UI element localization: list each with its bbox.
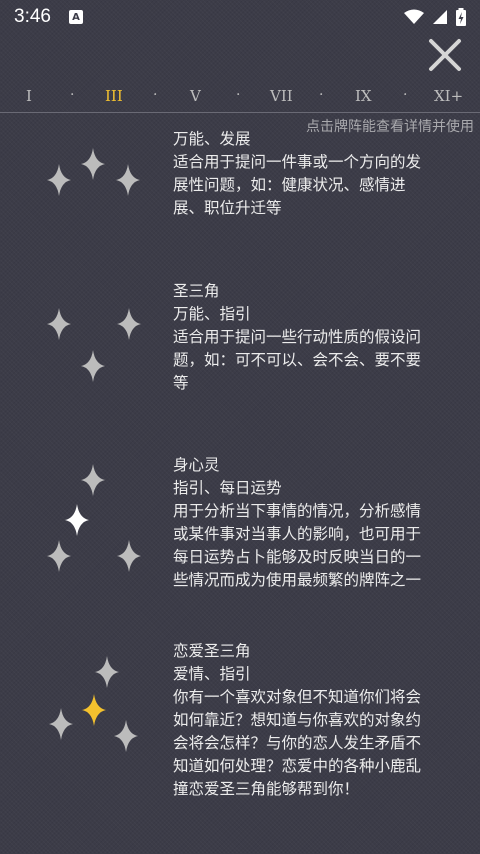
spread-line: 指引、每日运势 xyxy=(173,479,282,497)
spread-layout xyxy=(0,280,170,450)
spread-description: 万能、发展 适合用于提问一件事或一个方向的发 展性问题，如：健康状况、感情进 展… xyxy=(173,128,463,220)
star-icon xyxy=(47,540,71,572)
spread-description: 恋爱圣三角 爱情、指引 你有一个喜欢对象但不知道你们将会 如何靠近？想知道与你喜… xyxy=(173,640,463,801)
spread-card-2[interactable]: 圣三角 万能、指引 适合用于提问一些行动性质的假设问 题，如：可不可以、会不会、… xyxy=(0,280,480,405)
spread-line: 适合用于提问一些行动性质的假设问 xyxy=(173,328,422,346)
spread-line: 等 xyxy=(173,374,189,392)
spread-line: 题，如：可不可以、会不会、要不要 xyxy=(173,351,422,369)
spread-line: 些情况而成为使用最频繁的牌阵之一 xyxy=(173,571,422,589)
spread-line: 恋爱圣三角 xyxy=(173,642,251,660)
star-icon xyxy=(117,540,141,572)
close-button[interactable] xyxy=(426,36,464,74)
tab-separator: · xyxy=(403,87,408,103)
tab-numeral-1[interactable]: I xyxy=(26,87,32,105)
spread-line: 爱情、指引 xyxy=(173,665,251,683)
spread-line: 会将会怎样？与你的恋人发生矛盾不 xyxy=(173,734,422,752)
spread-card-3[interactable]: 身心灵 指引、每日运势 用于分析当下事情的情况，分析感情 或某件事对当事人的影响… xyxy=(0,454,480,599)
tab-numeral-5[interactable]: V xyxy=(190,87,201,105)
spread-line: 适合用于提问一件事或一个方向的发 xyxy=(173,153,422,171)
tab-separator: · xyxy=(319,87,324,103)
star-highlight-icon xyxy=(65,504,89,536)
tab-numeral-9[interactable]: IX xyxy=(355,87,372,105)
spread-layout xyxy=(0,640,170,810)
star-icon xyxy=(49,708,73,740)
tab-numeral-3[interactable]: III xyxy=(105,87,123,105)
status-icons xyxy=(404,8,466,26)
spread-line: 撞恋爱圣三角能够帮到你！ xyxy=(173,780,360,798)
wifi-icon xyxy=(404,9,424,24)
star-icon xyxy=(81,464,105,496)
spread-layout xyxy=(0,128,170,298)
spread-line: 用于分析当下事情的情况，分析感情 xyxy=(173,502,422,520)
spread-line: 万能、发展 xyxy=(173,130,251,148)
tab-separator: · xyxy=(70,87,75,103)
star-icon xyxy=(116,164,140,196)
star-icon xyxy=(114,720,138,752)
spread-line: 你有一个喜欢对象但不知道你们将会 xyxy=(173,688,422,706)
spread-line: 圣三角 xyxy=(173,282,220,300)
spread-line: 万能、指引 xyxy=(173,305,251,323)
spread-line: 如何靠近？想知道与你喜欢的对象约 xyxy=(173,711,422,729)
spread-line: 展、职位升迁等 xyxy=(173,199,282,217)
nav-divider xyxy=(0,112,480,113)
star-icon xyxy=(81,350,105,382)
tab-numeral-11plus[interactable]: XI+ xyxy=(434,87,463,105)
spread-card-4[interactable]: 恋爱圣三角 爱情、指引 你有一个喜欢对象但不知道你们将会 如何靠近？想知道与你喜… xyxy=(0,640,480,810)
tab-separator: · xyxy=(153,87,158,103)
spread-line: 展性问题，如：健康状况、感情进 xyxy=(173,176,406,194)
close-icon xyxy=(429,39,461,71)
spread-description: 圣三角 万能、指引 适合用于提问一些行动性质的假设问 题，如：可不可以、会不会、… xyxy=(173,280,463,395)
spread-line: 身心灵 xyxy=(173,456,220,474)
star-icon xyxy=(47,164,71,196)
roman-numeral-tabs: I · III · V · VII · IX · XI+ xyxy=(0,84,480,110)
star-icon xyxy=(117,308,141,340)
star-icon xyxy=(47,308,71,340)
status-bar: 3:46 A xyxy=(0,0,480,34)
spread-line: 或某件事对当事人的影响，也可用于 xyxy=(173,525,422,543)
star-icon xyxy=(81,148,105,180)
spread-card-1[interactable]: 万能、发展 适合用于提问一件事或一个方向的发 展性问题，如：健康状况、感情进 展… xyxy=(0,128,480,238)
battery-icon xyxy=(456,8,466,26)
tab-separator: · xyxy=(236,87,241,103)
star-icon xyxy=(95,656,119,688)
signal-icon xyxy=(433,10,447,24)
notification-a-icon: A xyxy=(68,10,83,24)
spread-line: 知道如何处理？恋爱中的各种小鹿乱 xyxy=(173,757,422,775)
tab-numeral-7[interactable]: VII xyxy=(270,87,293,105)
star-gold-icon xyxy=(82,694,106,726)
status-time: 3:46 xyxy=(14,6,51,27)
spread-description: 身心灵 指引、每日运势 用于分析当下事情的情况，分析感情 或某件事对当事人的影响… xyxy=(173,454,463,592)
spread-line: 每日运势占卜能够及时反映当日的一 xyxy=(173,548,422,566)
spread-layout xyxy=(0,454,170,624)
